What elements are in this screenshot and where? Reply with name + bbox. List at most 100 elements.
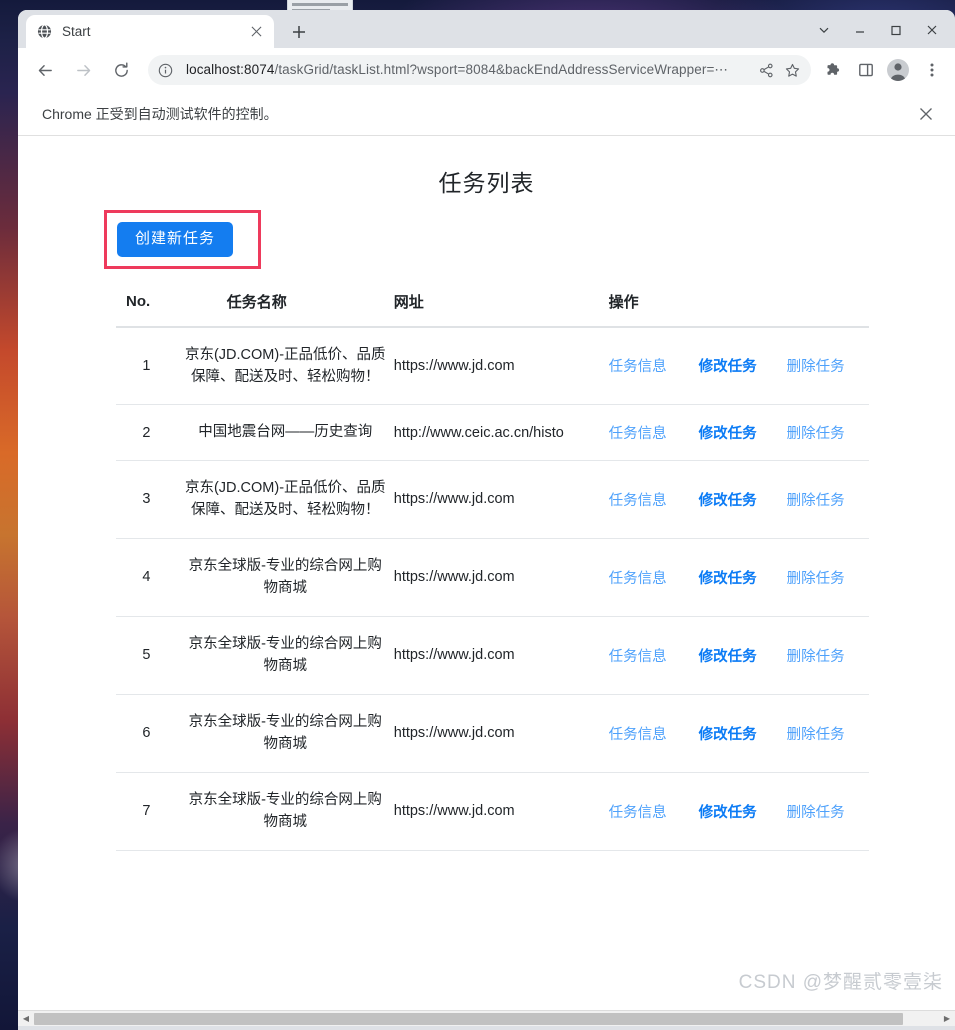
table-row: 7 京东全球版-专业的综合网上购物商城 https://www.jd.com 任务信息… xyxy=(116,772,869,851)
cell-no: 3 xyxy=(116,460,177,539)
share-icon[interactable] xyxy=(753,63,779,78)
close-icon[interactable] xyxy=(915,103,937,125)
address-bar[interactable]: localhost:8074/taskGrid/taskList.html?ws… xyxy=(148,55,811,85)
maximize-icon[interactable] xyxy=(879,16,913,44)
task-table: No. 任务名称 网址 操作 1 京东(JD.COM)-正品低价、品质保障、配送及… xyxy=(116,280,869,851)
task-list-page: 任务列表 创建新任务 No. 任务名称 网址 操作 1 京东(JD.COM)-正品… xyxy=(18,136,955,851)
cell-actions: 任务信息 修改任务 删除任务 xyxy=(608,772,869,851)
cell-task-name: 京东全球版-专业的综合网上购物商城 xyxy=(176,538,394,617)
header-row: No. 任务名称 网址 操作 xyxy=(116,280,869,328)
task-info-link[interactable]: 任务信息 xyxy=(609,805,667,821)
delete-task-link[interactable]: 删除任务 xyxy=(787,493,845,509)
scrollbar-thumb[interactable] xyxy=(34,1012,903,1025)
close-icon[interactable] xyxy=(248,24,264,40)
edit-task-link[interactable]: 修改任务 xyxy=(699,359,757,375)
browser-tab[interactable]: Start xyxy=(26,15,274,48)
cell-task-name: 京东全球版-专业的综合网上购物商城 xyxy=(176,694,394,773)
star-icon[interactable] xyxy=(779,63,805,78)
minimize-icon[interactable] xyxy=(843,16,877,44)
task-info-link[interactable]: 任务信息 xyxy=(609,649,667,665)
close-window-icon[interactable] xyxy=(915,16,949,44)
tab-title: Start xyxy=(62,24,91,39)
table-row: 5 京东全球版-专业的综合网上购物商城 https://www.jd.com 任务信息… xyxy=(116,616,869,695)
task-info-link[interactable]: 任务信息 xyxy=(609,359,667,375)
cell-task-name: 京东全球版-专业的综合网上购物商城 xyxy=(176,772,394,851)
cell-actions: 任务信息 修改任务 删除任务 xyxy=(608,616,869,695)
cell-actions: 任务信息 修改任务 删除任务 xyxy=(608,460,869,539)
edit-task-link[interactable]: 修改任务 xyxy=(699,727,757,743)
task-info-link[interactable]: 任务信息 xyxy=(609,571,667,587)
delete-task-link[interactable]: 删除任务 xyxy=(787,359,845,375)
cell-url: https://www.jd.com xyxy=(393,460,609,539)
widget-bar xyxy=(292,3,348,6)
edit-task-link[interactable]: 修改任务 xyxy=(699,571,757,587)
page-viewport: 任务列表 创建新任务 No. 任务名称 网址 操作 1 京东(JD.COM)-正品… xyxy=(18,136,955,1010)
side-panel-icon[interactable] xyxy=(851,55,881,85)
address-bar-text: localhost:8074/taskGrid/taskList.html?ws… xyxy=(186,62,753,78)
create-task-button[interactable]: 创建新任务 xyxy=(117,222,234,257)
cell-no: 1 xyxy=(116,326,177,406)
delete-task-link[interactable]: 删除任务 xyxy=(787,426,845,442)
table-body: 1 京东(JD.COM)-正品低价、品质保障、配送及时、轻松购物！ https://… xyxy=(116,326,869,851)
cell-url: http://www.ceic.ac.cn/histo xyxy=(393,404,609,461)
table-row: 1 京东(JD.COM)-正品低价、品质保障、配送及时、轻松购物！ https://… xyxy=(116,326,869,406)
cell-url: https://www.jd.com xyxy=(393,772,609,851)
csdn-watermark: CSDN @梦醒贰零壹柒 xyxy=(738,972,943,993)
delete-task-link[interactable]: 删除任务 xyxy=(787,649,845,665)
cell-no: 6 xyxy=(116,694,177,773)
forward-arrow-icon[interactable] xyxy=(68,55,98,85)
table-header: No. 任务名称 网址 操作 xyxy=(116,280,869,328)
profile-avatar-icon[interactable] xyxy=(887,59,909,81)
cell-task-name: 京东全球版-专业的综合网上购物商城 xyxy=(176,616,394,695)
three-dot-menu-icon[interactable] xyxy=(917,55,947,85)
cell-no: 2 xyxy=(116,404,177,461)
cell-url: https://www.jd.com xyxy=(393,538,609,617)
tab-strip: Start xyxy=(18,10,955,48)
task-info-link[interactable]: 任务信息 xyxy=(609,727,667,743)
table-row: 4 京东全球版-专业的综合网上购物商城 https://www.jd.com 任务信息… xyxy=(116,538,869,617)
reload-icon[interactable] xyxy=(106,55,136,85)
table-row: 3 京东(JD.COM)-正品低价、品质保障、配送及时、轻松购物！ https://… xyxy=(116,460,869,539)
infobar-message: Chrome 正受到自动测试软件的控制。 xyxy=(42,105,278,122)
chevron-down-icon[interactable] xyxy=(807,16,841,44)
task-table-container: No. 任务名称 网址 操作 1 京东(JD.COM)-正品低价、品质保障、配送及… xyxy=(18,269,955,851)
cell-actions: 任务信息 修改任务 删除任务 xyxy=(608,404,869,461)
cell-task-name: 京东(JD.COM)-正品低价、品质保障、配送及时、轻松购物！ xyxy=(176,460,394,539)
cell-actions: 任务信息 修改任务 删除任务 xyxy=(608,694,869,773)
horizontal-scrollbar[interactable]: ◀ ▶ xyxy=(18,1010,955,1026)
edit-task-link[interactable]: 修改任务 xyxy=(699,649,757,665)
table-row: 2 中国地震台网——历史查询 http://www.ceic.ac.cn/histo… xyxy=(116,404,869,461)
cell-actions: 任务信息 修改任务 删除任务 xyxy=(608,538,869,617)
cell-task-name: 中国地震台网——历史查询 xyxy=(176,404,394,461)
url-path: /taskGrid/taskList.html?wsport=8084&back… xyxy=(274,62,729,77)
cell-url: https://www.jd.com xyxy=(393,694,609,773)
browser-window: Start localhost:8074/taskGrid/taskList.h… xyxy=(18,10,955,1030)
edit-task-link[interactable]: 修改任务 xyxy=(699,493,757,509)
cell-no: 5 xyxy=(116,616,177,695)
cell-url: https://www.jd.com xyxy=(393,616,609,695)
column-header-op: 操作 xyxy=(608,280,869,328)
window-controls xyxy=(807,16,949,44)
table-row: 6 京东全球版-专业的综合网上购物商城 https://www.jd.com 任务信息… xyxy=(116,694,869,773)
cell-actions: 任务信息 修改任务 删除任务 xyxy=(608,326,869,406)
delete-task-link[interactable]: 删除任务 xyxy=(787,727,845,743)
info-circle-icon[interactable] xyxy=(158,63,176,78)
edit-task-link[interactable]: 修改任务 xyxy=(699,426,757,442)
scroll-left-arrow-icon[interactable]: ◀ xyxy=(18,1011,34,1027)
task-info-link[interactable]: 任务信息 xyxy=(609,493,667,509)
edit-task-link[interactable]: 修改任务 xyxy=(699,805,757,821)
back-arrow-icon[interactable] xyxy=(30,55,60,85)
new-tab-button[interactable] xyxy=(286,20,312,44)
create-button-highlight: 创建新任务 xyxy=(104,210,262,269)
column-header-url: 网址 xyxy=(393,280,609,328)
cell-no: 7 xyxy=(116,772,177,851)
url-host: localhost:8074 xyxy=(186,62,275,77)
scrollbar-track[interactable] xyxy=(34,1011,939,1027)
task-info-link[interactable]: 任务信息 xyxy=(609,426,667,442)
globe-icon xyxy=(36,24,52,40)
delete-task-link[interactable]: 删除任务 xyxy=(787,805,845,821)
delete-task-link[interactable]: 删除任务 xyxy=(787,571,845,587)
scroll-right-arrow-icon[interactable]: ▶ xyxy=(939,1011,955,1027)
puzzle-icon[interactable] xyxy=(819,55,849,85)
cell-no: 4 xyxy=(116,538,177,617)
